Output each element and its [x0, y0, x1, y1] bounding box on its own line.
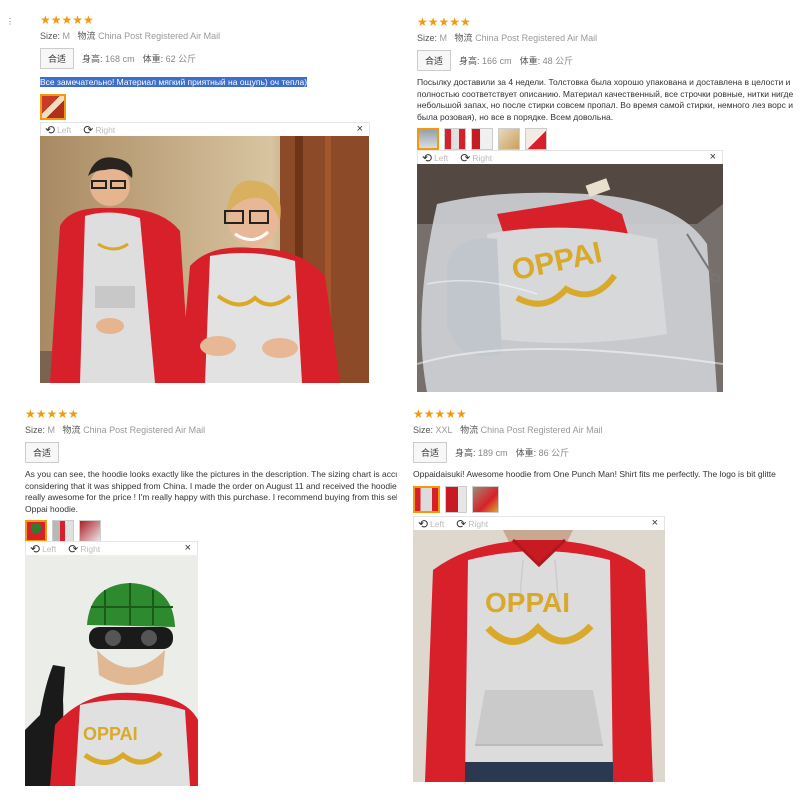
photo-thumb[interactable] — [525, 128, 547, 150]
photo-viewer-3: ⟲ Left ⟳ Right × OPPAI — [25, 541, 198, 786]
rotate-left-icon: ⟲ — [45, 122, 56, 137]
viewer-toolbar: ⟲ Left ⟳ Right × — [417, 150, 723, 164]
photo-thumb[interactable] — [79, 520, 101, 542]
viewer-toolbar: ⟲ Left ⟳ Right × — [413, 516, 665, 530]
review-photo[interactable]: OPPAI — [25, 555, 198, 786]
star-rating: ★★★★★ — [40, 13, 94, 27]
fit-info: 合适 身高: 168 cm 体重: 62 公斤 — [40, 48, 380, 69]
review-card-3: ★★★★★ Size: M 物流 China Post Registered A… — [25, 408, 397, 542]
rotate-left-button[interactable]: ⟲ Left — [30, 541, 56, 556]
photo-viewer-1: ⟲ Left ⟳ Right × — [40, 122, 370, 383]
review-photo[interactable] — [40, 136, 369, 383]
close-icon[interactable]: × — [652, 517, 658, 529]
rotate-left-button[interactable]: ⟲ Left — [45, 122, 71, 137]
svg-text:OPPAI: OPPAI — [83, 724, 138, 744]
fit-badge: 合适 — [40, 48, 75, 69]
fit-badge: 合适 — [25, 442, 60, 463]
fit-info: 合适 — [25, 442, 397, 463]
review-photo[interactable]: OPPAI — [413, 530, 665, 782]
review-card-4: ★★★★★ Size: XXL 物流 China Post Registered… — [413, 408, 793, 513]
review-photo[interactable]: OPPAI — [417, 164, 723, 392]
close-icon[interactable]: × — [185, 542, 191, 554]
selection-marker: ⋮ — [6, 17, 14, 26]
star-rating: ★★★★★ — [25, 407, 79, 421]
review-card-2: ★★★★★ Size: M 物流 China Post Registered A… — [417, 16, 793, 150]
order-info: Size: M 物流 China Post Registered Air Mai… — [25, 425, 206, 435]
rotate-left-button[interactable]: ⟲ Left — [422, 150, 448, 165]
photo-thumb[interactable] — [25, 520, 47, 542]
order-info: Size: XXL 物流 China Post Registered Air M… — [413, 425, 603, 435]
rotate-right-icon: ⟳ — [460, 150, 471, 165]
viewer-toolbar: ⟲ Left ⟳ Right × — [40, 122, 370, 136]
rotate-left-button[interactable]: ⟲ Left — [418, 516, 444, 531]
rotate-right-icon: ⟳ — [83, 122, 94, 137]
photo-thumb[interactable] — [445, 485, 467, 513]
photo-thumbnails — [40, 93, 380, 120]
review-text: Oppaidaisuki! Awesome hoodie from One Pu… — [413, 469, 776, 479]
photo-thumb[interactable] — [471, 128, 493, 150]
rotate-right-button[interactable]: ⟳ Right — [460, 150, 492, 165]
photo-thumb[interactable] — [444, 128, 466, 150]
fit-badge: 合适 — [417, 50, 452, 71]
photo-thumb[interactable] — [40, 93, 66, 120]
fit-info: 合适 身高: 166 cm 体重: 48 公斤 — [417, 50, 793, 71]
review-text: As you can see, the hoodie looks exactly… — [25, 469, 397, 514]
star-rating: ★★★★★ — [417, 15, 471, 29]
order-info: Size: M 物流 China Post Registered Air Mai… — [40, 31, 221, 41]
star-rating: ★★★★★ — [413, 407, 467, 421]
photo-thumb[interactable] — [498, 128, 520, 150]
rotate-left-icon: ⟲ — [30, 541, 41, 556]
review-card-1: ★★★★★ Size: M 物流 China Post Registered A… — [40, 14, 380, 120]
rotate-right-button[interactable]: ⟳ Right — [68, 541, 100, 556]
rotate-left-icon: ⟲ — [418, 516, 429, 531]
photo-thumb[interactable] — [472, 485, 499, 513]
rotate-right-icon: ⟳ — [456, 516, 467, 531]
rotate-right-button[interactable]: ⟳ Right — [83, 122, 115, 137]
photo-thumbnails — [25, 520, 397, 542]
review-text: Посылку доставили за 4 недели. Толстовка… — [417, 77, 793, 122]
photo-viewer-4: ⟲ Left ⟳ Right × OPPAI — [413, 516, 665, 782]
photo-thumbnails — [413, 485, 793, 513]
rotate-left-icon: ⟲ — [422, 150, 433, 165]
photo-thumbnails — [417, 128, 793, 150]
fit-info: 合适 身高: 189 cm 体重: 86 公斤 — [413, 442, 793, 463]
fit-badge: 合适 — [413, 442, 448, 463]
svg-text:OPPAI: OPPAI — [485, 587, 570, 618]
photo-thumb[interactable] — [413, 485, 440, 513]
photo-viewer-2: ⟲ Left ⟳ Right × OPPAI — [417, 150, 723, 392]
photo-thumb[interactable] — [417, 128, 439, 150]
review-text: Все замечательно! Материал мягкий приятн… — [40, 77, 380, 89]
viewer-toolbar: ⟲ Left ⟳ Right × — [25, 541, 198, 555]
rotate-right-icon: ⟳ — [68, 541, 79, 556]
order-info: Size: M 物流 China Post Registered Air Mai… — [417, 33, 598, 43]
close-icon[interactable]: × — [357, 123, 363, 135]
rotate-right-button[interactable]: ⟳ Right — [456, 516, 488, 531]
photo-thumb[interactable] — [52, 520, 74, 542]
selected-text: Все замечательно! Материал мягкий приятн… — [40, 77, 308, 87]
close-icon[interactable]: × — [710, 151, 716, 163]
